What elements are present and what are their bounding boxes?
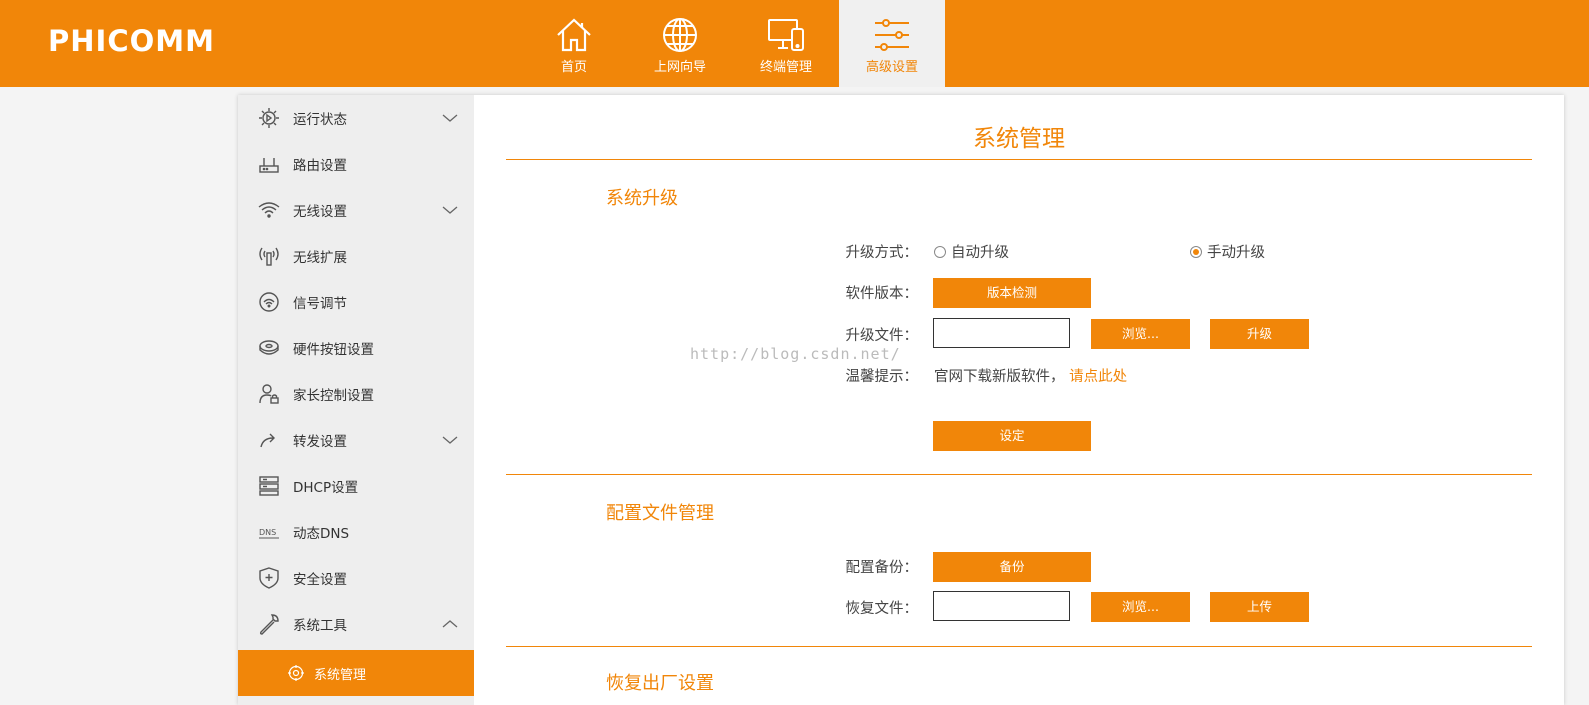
antenna-icon — [259, 247, 279, 266]
top-nav: 首页 上网向导 终端管理 高级设置 — [521, 0, 945, 87]
chevron-down-icon[interactable] — [442, 202, 458, 218]
sidebar-item-ddns[interactable]: DNS 动态DNS — [238, 509, 474, 555]
target-icon — [288, 665, 304, 681]
backup-button[interactable]: 备份 — [933, 552, 1091, 582]
sidebar-item-forward[interactable]: 转发设置 — [238, 417, 474, 463]
router-icon — [259, 158, 279, 173]
section-title-factory: 恢复出厂设置 — [606, 673, 714, 694]
server-icon — [259, 476, 279, 496]
hardware-button-icon — [259, 340, 279, 355]
upload-button[interactable]: 上传 — [1210, 592, 1309, 622]
nav-home-label: 首页 — [560, 60, 587, 75]
nav-devices[interactable]: 终端管理 — [733, 0, 839, 87]
wrench-icon — [259, 614, 279, 635]
config-backup-label: 配置备份： — [845, 560, 919, 576]
watermark: http://blog.csdn.net/ — [690, 345, 901, 363]
sidebar-item-dhcp[interactable]: DHCP设置 — [238, 463, 474, 509]
sidebar-item-router[interactable]: 路由设置 — [238, 141, 474, 187]
radio-manual-icon[interactable] — [1190, 245, 1202, 258]
chevron-down-icon[interactable] — [442, 432, 458, 448]
radio-manual-label: 手动升级 — [1207, 245, 1265, 261]
sidebar-item-label: 硬件按钮设置 — [293, 342, 374, 358]
section-title-config: 配置文件管理 — [606, 503, 714, 524]
sidebar-item-security[interactable]: 安全设置 — [238, 555, 474, 601]
divider — [506, 646, 1532, 647]
main-panel: 运行状态 路由设置 无线设置 无线扩展 信号调节 硬件按钮设置 家长控制设置 转… — [238, 95, 1564, 705]
section-title-upgrade: 系统升级 — [606, 188, 678, 209]
sidebar-item-label: 安全设置 — [293, 572, 347, 588]
tip-message: 官网下载新版软件， — [934, 369, 1065, 385]
globe-icon — [663, 18, 697, 52]
upgrade-mode-label: 升级方式： — [845, 245, 919, 261]
devices-icon — [768, 19, 804, 51]
sidebar-subitem-label: 系统管理 — [314, 667, 367, 683]
restore-file-label: 恢复文件： — [845, 601, 919, 617]
nav-advanced-label: 高级设置 — [865, 60, 918, 75]
tip-text: 官网下载新版软件， 请点此处 — [934, 365, 1127, 386]
sidebar-item-label: 家长控制设置 — [293, 388, 374, 404]
home-icon — [557, 18, 591, 52]
sidebar-item-signal[interactable]: 信号调节 — [238, 279, 474, 325]
svg-text:DNS: DNS — [259, 528, 276, 537]
sidebar-item-run-status[interactable]: 运行状态 — [238, 95, 474, 141]
nav-wizard[interactable]: 上网向导 — [627, 0, 733, 87]
nav-advanced[interactable]: 高级设置 — [839, 0, 945, 87]
upgrade-file-label: 升级文件： — [845, 328, 919, 344]
status-gear-icon — [259, 108, 279, 128]
sidebar-item-system-tools[interactable]: 系统工具 — [238, 601, 474, 647]
set-button[interactable]: 设定 — [933, 421, 1091, 451]
sidebar-item-hardware-button[interactable]: 硬件按钮设置 — [238, 325, 474, 371]
parental-lock-icon — [259, 384, 279, 404]
shield-icon — [259, 567, 279, 589]
sidebar-item-label: 系统工具 — [293, 618, 347, 634]
nav-devices-label: 终端管理 — [759, 60, 812, 75]
sidebar-item-label: 运行状态 — [293, 112, 347, 128]
sidebar-item-wireless-ext[interactable]: 无线扩展 — [238, 233, 474, 279]
chevron-down-icon[interactable] — [442, 110, 458, 126]
version-check-button[interactable]: 版本检测 — [933, 278, 1091, 308]
top-header: PHICOMM 首页 上网向导 终端管理 高级设置 — [0, 0, 1589, 87]
sidebar-subitem-system-management[interactable]: 系统管理 — [238, 650, 474, 696]
sidebar-item-label: 信号调节 — [293, 296, 347, 312]
signal-icon — [259, 292, 279, 312]
page-title: 系统管理 — [973, 126, 1065, 152]
nav-wizard-label: 上网向导 — [653, 60, 706, 75]
dns-icon: DNS — [259, 528, 279, 539]
sidebar-item-label: 无线扩展 — [293, 250, 347, 266]
chevron-up-icon[interactable] — [442, 616, 458, 632]
radio-auto-icon[interactable] — [934, 245, 946, 258]
restore-browse-button[interactable]: 浏览... — [1091, 592, 1190, 622]
forward-icon — [260, 433, 275, 448]
download-link[interactable]: 请点此处 — [1069, 369, 1127, 385]
sidebar-item-wireless[interactable]: 无线设置 — [238, 187, 474, 233]
sidebar-item-label: DHCP设置 — [293, 480, 359, 496]
nav-home[interactable]: 首页 — [521, 0, 627, 87]
tip-label: 温馨提示： — [845, 369, 919, 385]
sidebar: 运行状态 路由设置 无线设置 无线扩展 信号调节 硬件按钮设置 家长控制设置 转… — [238, 95, 474, 705]
phicomm-logo[interactable]: PHICOMM — [48, 24, 215, 58]
content-area: 系统管理 系统升级 升级方式： 自动升级 手动升级 软件版本： 版本检测 升级文… — [506, 95, 1532, 705]
software-version-label: 软件版本： — [845, 286, 919, 302]
upgrade-file-input[interactable] — [933, 318, 1070, 348]
divider — [506, 159, 1532, 160]
sliders-icon — [875, 19, 909, 51]
sidebar-item-label: 路由设置 — [293, 158, 347, 174]
sidebar-item-label: 转发设置 — [293, 434, 347, 450]
radio-auto-upgrade[interactable]: 自动升级 — [934, 241, 1009, 262]
radio-auto-label: 自动升级 — [951, 245, 1009, 261]
upgrade-browse-button[interactable]: 浏览... — [1091, 319, 1190, 349]
upgrade-button[interactable]: 升级 — [1210, 319, 1309, 349]
divider — [506, 474, 1532, 475]
sidebar-item-label: 无线设置 — [293, 204, 347, 220]
sidebar-item-label: 动态DNS — [293, 526, 350, 542]
sidebar-item-parental[interactable]: 家长控制设置 — [238, 371, 474, 417]
wifi-icon — [258, 202, 280, 218]
restore-file-input[interactable] — [933, 591, 1070, 621]
radio-manual-upgrade[interactable]: 手动升级 — [1190, 241, 1265, 262]
